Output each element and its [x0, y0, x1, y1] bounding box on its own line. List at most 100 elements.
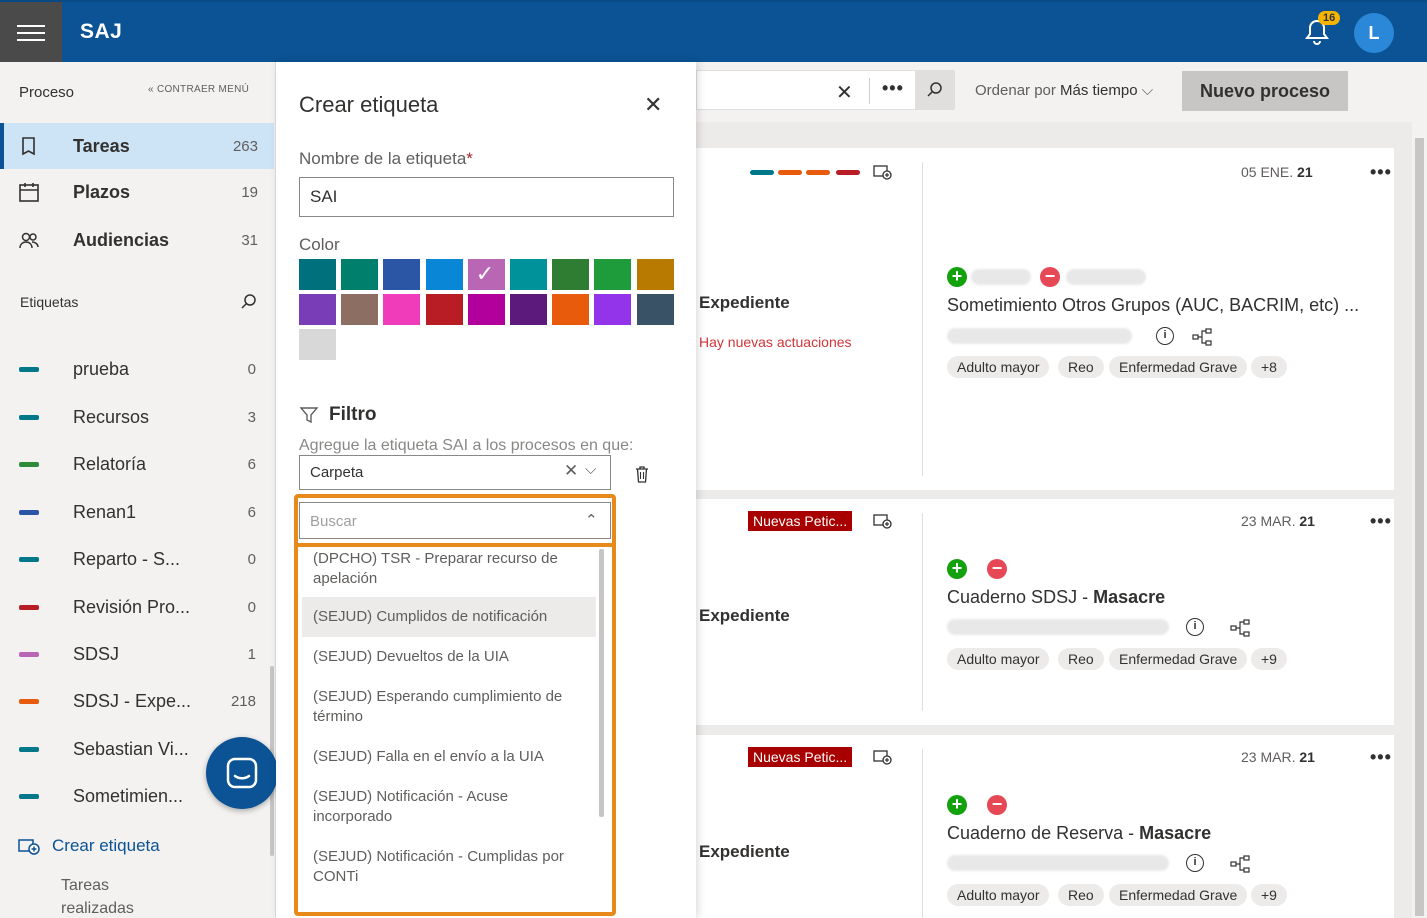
redacted-text [947, 328, 1132, 344]
minus-icon[interactable]: − [987, 559, 1007, 579]
dropdown-option[interactable]: (SEJUD) Devueltos de la UIA [302, 637, 596, 669]
info-icon[interactable]: i [1186, 618, 1204, 636]
color-swatch[interactable] [552, 294, 590, 325]
color-swatch[interactable] [299, 294, 336, 325]
filter-field-select[interactable]: Carpeta ✕ ⌵ [299, 455, 611, 490]
scrollbar-thumb[interactable] [1415, 138, 1424, 916]
network-icon[interactable] [1192, 328, 1212, 346]
sidebar-tag-item[interactable]: SDSJ 1 [0, 635, 274, 675]
search-icon[interactable] [240, 293, 258, 311]
process-card[interactable]: Nuevas Petic... Expediente 23 MAR. 21 ••… [696, 499, 1394, 725]
chevron-down-icon[interactable]: ⌵ [585, 461, 596, 478]
process-card[interactable]: Expediente Hay nuevas actuaciones 05 ENE… [696, 148, 1394, 490]
card-date: 23 MAR. 21 [1241, 513, 1315, 529]
chip: Reo [1058, 648, 1104, 670]
process-card[interactable]: Nuevas Petic... Expediente 23 MAR. 21 ••… [696, 735, 1394, 918]
sidebar-tag-item[interactable]: Reparto - S... 0 [0, 540, 274, 580]
card-title[interactable]: Cuaderno de Reserva - Masacre [947, 823, 1211, 844]
close-icon[interactable]: ✕ [644, 92, 662, 118]
clear-search-icon[interactable]: ✕ [836, 80, 853, 105]
chevron-up-icon[interactable]: ⌃ [585, 511, 598, 529]
sort-dropdown[interactable]: Ordenar por Más tiempo ⌵ [975, 82, 1153, 99]
card-menu-icon[interactable]: ••• [1370, 511, 1392, 532]
done-tasks-link[interactable]: Tareas realizadas [61, 874, 141, 918]
chat-launcher-button[interactable] [206, 737, 278, 809]
new-actions-alert[interactable]: Hay nuevas actuaciones [699, 334, 852, 350]
avatar[interactable]: L [1354, 13, 1394, 53]
expediente-label: Expediente [699, 842, 790, 861]
tag-name-input[interactable] [299, 177, 674, 217]
network-icon[interactable] [1230, 619, 1250, 637]
color-swatch[interactable] [636, 259, 674, 290]
plus-icon[interactable]: + [947, 795, 967, 815]
color-swatch[interactable] [425, 294, 463, 325]
chip[interactable]: +8 [1251, 356, 1287, 378]
create-tag-button[interactable]: Crear etiqueta [18, 836, 160, 856]
add-tag-icon[interactable] [873, 749, 893, 765]
color-swatch[interactable] [341, 259, 379, 290]
card-title[interactable]: Cuaderno SDSJ - Masacre [947, 587, 1165, 608]
sidebar-tag-item[interactable]: Relatoría 6 [0, 445, 274, 485]
more-options-icon[interactable]: ••• [882, 78, 904, 99]
tag-label: Recursos [73, 407, 150, 427]
sidebar-tag-item[interactable]: prueba 0 [0, 350, 274, 390]
color-swatch[interactable] [594, 259, 632, 290]
color-swatch[interactable] [467, 294, 505, 325]
sidebar-tag-item[interactable]: SDSJ - Expe... 218 [0, 682, 274, 722]
sort-label: Ordenar por [975, 82, 1056, 99]
plus-icon[interactable]: + [947, 559, 967, 579]
tag-count: 1 [247, 646, 256, 663]
dropdown-option[interactable]: (SEJUD) Falla en el envío a la UIA [302, 737, 596, 769]
color-swatch[interactable] [299, 329, 336, 360]
chip[interactable]: +9 [1251, 884, 1287, 906]
tag-indicator [778, 170, 802, 175]
new-process-button[interactable]: Nuevo proceso [1182, 71, 1348, 111]
dropdown-option[interactable]: (DPCHO) TSR - Preparar recurso de apelac… [302, 547, 596, 591]
dropdown-option[interactable]: (SEJUD) Notificación - Cumplidas por CON… [302, 837, 596, 889]
search-button[interactable] [915, 71, 955, 109]
sidebar-tag-item[interactable]: Revisión Pro... 0 [0, 588, 274, 628]
card-menu-icon[interactable]: ••• [1370, 162, 1392, 183]
chip[interactable]: +9 [1251, 648, 1287, 670]
color-swatch[interactable] [510, 294, 547, 325]
dropdown-search-input[interactable]: Buscar ⌃ [299, 502, 611, 539]
plus-icon[interactable]: + [947, 267, 967, 287]
color-swatch[interactable] [383, 259, 421, 290]
add-tag-icon[interactable] [873, 513, 893, 529]
sidebar-item-audiencias[interactable]: Audiencias 31 [0, 217, 274, 263]
card-title[interactable]: Sometimiento Otros Grupos (AUC, BACRIM, … [947, 295, 1359, 316]
dropdown-scrollbar[interactable] [599, 549, 604, 817]
redacted-text [947, 619, 1169, 635]
dropdown-option[interactable]: (SEJUD) Cumplidos de notificación [302, 597, 596, 637]
info-icon[interactable]: i [1186, 854, 1204, 872]
color-swatch[interactable] [467, 259, 505, 290]
color-swatch[interactable] [425, 259, 463, 290]
trash-icon[interactable] [634, 465, 650, 483]
color-swatch[interactable] [552, 259, 590, 290]
color-swatch[interactable] [299, 259, 336, 290]
network-icon[interactable] [1230, 855, 1250, 873]
sidebar-header: Proceso [19, 84, 75, 101]
hamburger-menu-icon[interactable] [0, 2, 62, 64]
color-swatch[interactable] [510, 259, 547, 290]
dropdown-option[interactable]: (SEJUD) Notificación - Acuse incorporado [302, 777, 596, 829]
main-scrollbar[interactable] [1412, 122, 1427, 918]
sidebar-tag-item[interactable]: Recursos 3 [0, 398, 274, 438]
minus-icon[interactable]: − [987, 795, 1007, 815]
color-swatch[interactable] [383, 294, 421, 325]
color-swatch[interactable] [341, 294, 379, 325]
card-date: 23 MAR. 21 [1241, 749, 1315, 765]
sidebar-item-tareas[interactable]: Tareas 263 [0, 123, 274, 169]
info-icon[interactable]: i [1156, 327, 1174, 345]
sidebar-item-plazos[interactable]: Plazos 19 [0, 169, 274, 215]
tag-label: Renan1 [73, 502, 137, 522]
color-swatch[interactable] [636, 294, 674, 325]
minus-icon[interactable]: − [1040, 267, 1060, 287]
sidebar-tag-item[interactable]: Renan1 6 [0, 493, 274, 533]
card-menu-icon[interactable]: ••• [1370, 747, 1392, 768]
clear-icon[interactable]: ✕ [564, 461, 578, 481]
add-tag-icon[interactable] [873, 164, 893, 180]
color-swatch[interactable] [594, 294, 632, 325]
dropdown-option[interactable]: (SEJUD) Esperando cumplimiento de términ… [302, 677, 596, 729]
collapse-menu-button[interactable]: « CONTRAER MENÚ [148, 84, 249, 95]
